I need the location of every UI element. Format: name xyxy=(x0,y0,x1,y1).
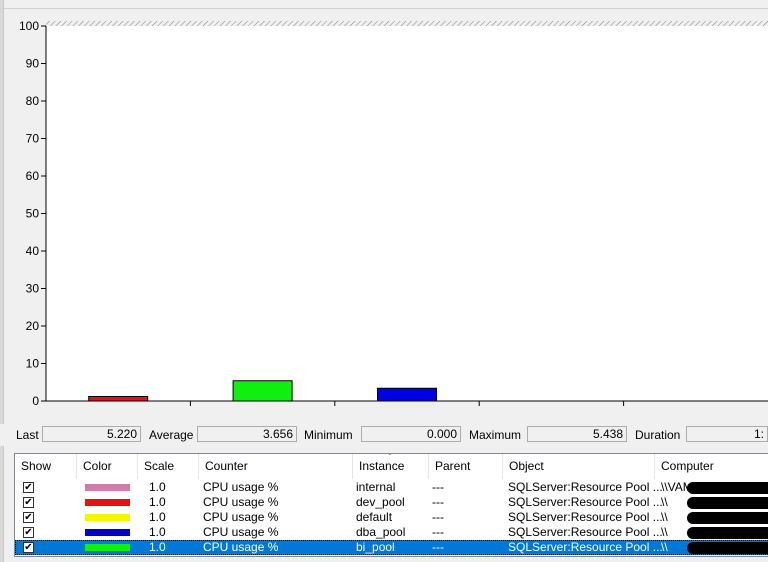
y-tick-label: 100 xyxy=(19,19,39,33)
average-value: 3.656 xyxy=(197,426,297,442)
color-swatch xyxy=(85,514,130,521)
column-header-counter[interactable]: Counter xyxy=(199,454,353,479)
instance-cell: bi_pool xyxy=(356,540,395,554)
column-header-scale[interactable]: Scale xyxy=(138,454,199,479)
redaction-mark xyxy=(687,482,768,494)
instance-cell: dev_pool xyxy=(356,495,405,509)
instance-cell: default xyxy=(356,510,393,524)
counter-cell: CPU usage % xyxy=(203,540,279,554)
counter-cell: CPU usage % xyxy=(203,495,279,509)
last-label: Last xyxy=(16,428,39,442)
duration-label: Duration xyxy=(635,428,681,442)
column-header-color[interactable]: Color xyxy=(77,454,138,479)
plot-area xyxy=(46,26,768,401)
y-tick-label: 0 xyxy=(32,394,39,408)
bar xyxy=(88,396,149,402)
object-cell: SQLServer:Resource Pool ... xyxy=(508,525,663,539)
computer-cell: \\ xyxy=(661,510,668,524)
parent-cell: --- xyxy=(432,495,444,509)
table-row[interactable]: ✔ 1.0 CPU usage % internal --- SQLServer:Reso… xyxy=(15,480,768,495)
last-value: 5.220 xyxy=(42,426,141,442)
scale-cell: 1.0 xyxy=(149,510,166,524)
object-cell: SQLServer:Resource Pool ... xyxy=(508,480,663,494)
bar xyxy=(377,387,437,402)
table-row[interactable]: ✔ 1.0 CPU usage % bi_pool --- SQLServer:Resou… xyxy=(15,540,768,555)
counter-cell: CPU usage % xyxy=(203,525,279,539)
list-header: Show Color Scale Counter Instance ﹀ Pare… xyxy=(15,454,768,479)
parent-cell: --- xyxy=(432,540,444,554)
y-tick-label: 30 xyxy=(26,282,40,296)
show-checkbox[interactable]: ✔ xyxy=(23,482,34,493)
color-swatch xyxy=(85,529,130,536)
object-cell: SQLServer:Resource Pool ... xyxy=(508,495,663,509)
counter-list[interactable]: Show Color Scale Counter Instance ﹀ Pare… xyxy=(14,453,768,557)
scale-cell: 1.0 xyxy=(149,480,166,494)
y-tick-label: 40 xyxy=(26,244,40,258)
redaction-mark xyxy=(687,512,768,524)
counter-cell: CPU usage % xyxy=(203,510,279,524)
y-tick-label: 70 xyxy=(26,132,40,146)
y-tick-label: 60 xyxy=(26,169,40,183)
maximum-label: Maximum xyxy=(469,428,522,442)
duration-value: 1: xyxy=(686,426,768,442)
histogram-chart: 1009080706050403020100 xyxy=(19,19,768,408)
color-swatch xyxy=(85,484,130,491)
computer-cell: \\ xyxy=(661,525,668,539)
show-checkbox[interactable]: ✔ xyxy=(23,512,34,523)
y-tick-label: 10 xyxy=(26,357,40,371)
instance-cell: internal xyxy=(356,480,396,494)
column-header-show[interactable]: Show xyxy=(15,454,77,479)
instance-cell: dba_pool xyxy=(356,525,406,539)
color-swatch xyxy=(85,544,130,551)
y-tick-label: 80 xyxy=(26,94,40,108)
parent-cell: --- xyxy=(432,480,444,494)
scale-cell: 1.0 xyxy=(149,540,166,554)
table-row[interactable]: ✔ 1.0 CPU usage % dev_pool --- SQLServer:Reso… xyxy=(15,495,768,510)
show-checkbox[interactable]: ✔ xyxy=(23,497,34,508)
ceiling-hatch xyxy=(46,21,768,26)
object-cell: SQLServer:Resource Pool ... xyxy=(508,510,663,524)
redaction-mark xyxy=(687,542,768,554)
statistics-bar: Last 5.220 Average 3.656 Minimum 0.000 M… xyxy=(0,424,768,446)
maximum-value: 5.438 xyxy=(527,426,627,442)
scale-cell: 1.0 xyxy=(149,495,166,509)
column-header-parent[interactable]: Parent xyxy=(429,454,503,479)
show-checkbox[interactable]: ✔ xyxy=(23,542,34,553)
color-swatch xyxy=(85,499,130,506)
parent-cell: --- xyxy=(432,510,444,524)
y-tick-label: 20 xyxy=(26,319,40,333)
bar xyxy=(232,380,293,402)
column-header-computer[interactable]: Computer xyxy=(655,454,768,479)
computer-cell: \\ xyxy=(661,540,668,554)
minimum-value: 0.000 xyxy=(361,426,461,442)
y-tick-label: 50 xyxy=(26,207,40,221)
redaction-mark xyxy=(687,497,768,509)
table-row[interactable]: ✔ 1.0 CPU usage % default --- SQLServer:Resou… xyxy=(15,510,768,525)
computer-cell: \\ xyxy=(661,495,668,509)
minimum-label: Minimum xyxy=(304,428,353,442)
redaction-mark xyxy=(687,527,768,539)
y-tick-label: 90 xyxy=(26,57,40,71)
column-header-object[interactable]: Object xyxy=(503,454,655,479)
average-label: Average xyxy=(149,428,194,442)
object-cell: SQLServer:Resource Pool ... xyxy=(508,540,663,554)
parent-cell: --- xyxy=(432,525,444,539)
counter-cell: CPU usage % xyxy=(203,480,279,494)
table-row[interactable]: ✔ 1.0 CPU usage % dba_pool --- SQLServer:Reso… xyxy=(15,525,768,540)
sort-chevron-icon: ﹀ xyxy=(386,453,394,461)
show-checkbox[interactable]: ✔ xyxy=(23,527,34,538)
scale-cell: 1.0 xyxy=(149,525,166,539)
